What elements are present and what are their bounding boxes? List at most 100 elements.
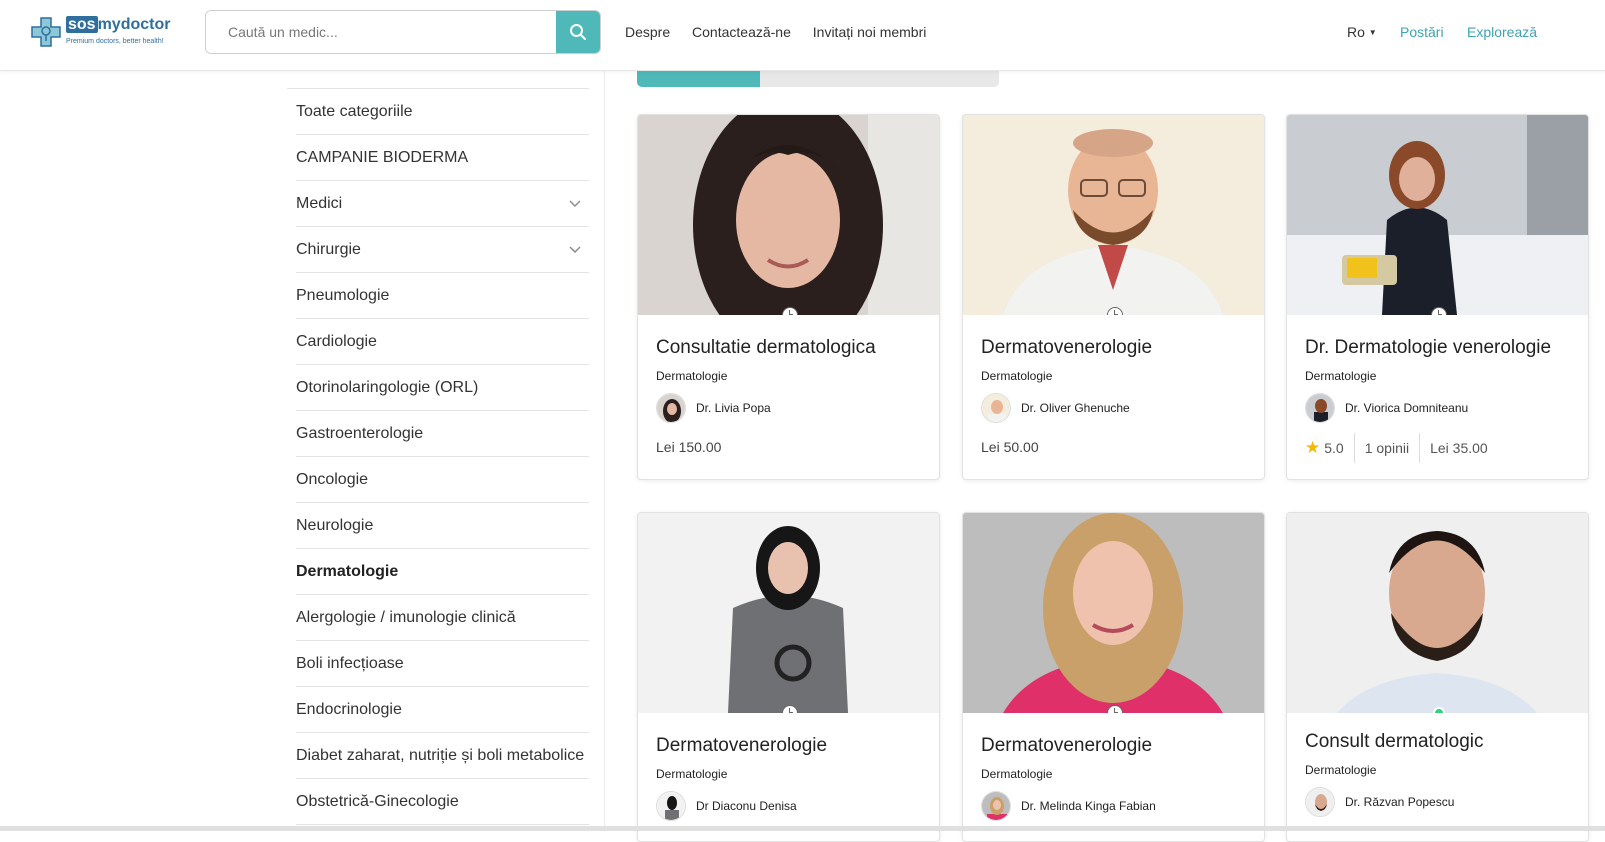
horizontal-scrollbar[interactable] xyxy=(0,826,1605,831)
category-label: Obstetrică-Ginecologie xyxy=(296,792,459,810)
card-doctor[interactable]: Dr. Viorica Domniteanu xyxy=(1305,393,1468,423)
sosmydoctor-logo[interactable]: sos mydoctor Premium doctors, better heal… xyxy=(30,14,170,54)
star-icon: ★ xyxy=(1305,438,1321,457)
nav-about-link[interactable]: Despre xyxy=(625,24,670,40)
doctor-name: Dr Diaconu Denisa xyxy=(696,799,797,813)
doctor-search xyxy=(205,10,601,54)
service-card[interactable]: Dermatovenerologie Dermatologie Dr. Meli… xyxy=(962,512,1265,842)
category-label: Diabet zaharat, nutriție și boli metabol… xyxy=(296,746,585,764)
service-card[interactable]: Dermatovenerologie Dermatologie Dr Diaco… xyxy=(637,512,940,842)
category-label: Chirurgie xyxy=(296,240,361,258)
doctor-photo xyxy=(638,513,939,713)
category-item[interactable]: Cardiologie xyxy=(296,319,589,365)
service-card[interactable]: Dermatovenerologie Dermatologie Dr. Oliv… xyxy=(962,114,1265,480)
doctor-name: Dr. Viorica Domniteanu xyxy=(1345,401,1469,415)
sidebar-divider xyxy=(604,71,605,831)
logo-wordmark: sos mydoctor xyxy=(66,16,170,34)
doctor-name: Dr. Livia Popa xyxy=(696,401,771,415)
category-item[interactable]: Pneumologie xyxy=(296,273,589,319)
category-item[interactable]: Oncologie xyxy=(296,457,589,503)
category-sidebar: Toate categoriile CAMPANIE BIODERMA Medi… xyxy=(296,89,589,825)
card-doctor[interactable]: Dr. Livia Popa xyxy=(656,393,771,423)
search-input[interactable] xyxy=(206,11,558,53)
service-card[interactable]: Consult dermatologic Dermatologie Dr. Ră… xyxy=(1286,512,1589,842)
category-item[interactable]: Otorinolaringologie (ORL) xyxy=(296,365,589,411)
card-title[interactable]: Dermatovenerologie xyxy=(981,735,1152,757)
doctor-name: Dr. Oliver Ghenuche xyxy=(1021,401,1130,415)
card-title[interactable]: Dermatovenerologie xyxy=(656,735,827,757)
card-rating: 5.0 xyxy=(1324,440,1344,456)
category-item[interactable]: Gastroenterologie xyxy=(296,411,589,457)
avatar xyxy=(981,393,1011,423)
medical-cross-logo-icon xyxy=(31,17,61,47)
category-label: Medici xyxy=(296,194,343,212)
logo-sos-text: sos xyxy=(66,16,98,33)
top-header: sos mydoctor Premium doctors, better heal… xyxy=(0,0,1605,71)
doctor-photo xyxy=(963,513,1264,713)
tab-map-view[interactable] xyxy=(879,71,999,87)
card-title[interactable]: Consult dermatologic xyxy=(1305,731,1483,753)
doctor-name: Dr. Melinda Kinga Fabian xyxy=(1021,799,1156,813)
category-item[interactable]: Medici xyxy=(296,181,589,227)
category-label: Pneumologie xyxy=(296,286,390,304)
nav-invite-link[interactable]: Invitați noi membri xyxy=(813,24,927,40)
category-item[interactable]: Boli infecțioase xyxy=(296,641,589,687)
avatar xyxy=(1305,787,1335,817)
chevron-down-icon[interactable] xyxy=(569,197,581,209)
card-doctor[interactable]: Dr. Răzvan Popescu xyxy=(1305,787,1454,817)
category-item[interactable]: Alergologie / imunologie clinică xyxy=(296,595,589,641)
category-label: Alergologie / imunologie clinică xyxy=(296,608,516,626)
category-item[interactable]: Obstetrică-Ginecologie xyxy=(296,779,589,825)
card-doctor[interactable]: Dr Diaconu Denisa xyxy=(656,791,797,821)
card-doctor[interactable]: Dr. Melinda Kinga Fabian xyxy=(981,791,1156,821)
category-label: Neurologie xyxy=(296,516,374,534)
doctor-name: Dr. Răzvan Popescu xyxy=(1345,795,1455,809)
search-icon xyxy=(570,24,586,40)
doctor-photo xyxy=(963,115,1264,315)
card-title[interactable]: Consultatie dermatologica xyxy=(656,337,876,359)
card-category: Dermatologie xyxy=(1305,763,1377,777)
logo-tagline: Premium doctors, better health! xyxy=(66,38,164,45)
tab-list-view[interactable] xyxy=(760,71,879,87)
explore-link[interactable]: Explorează xyxy=(1467,24,1537,40)
posts-link[interactable]: Postări xyxy=(1400,24,1444,40)
category-label: Endocrinologie xyxy=(296,700,402,718)
category-label: Boli infecțioase xyxy=(296,654,404,672)
caret-down-icon: ▼ xyxy=(1368,28,1377,37)
category-item[interactable]: Diabet zaharat, nutriție și boli metabol… xyxy=(296,733,589,779)
card-reviews[interactable]: 1 opinii xyxy=(1365,440,1409,456)
meta-divider xyxy=(1419,433,1421,463)
category-item[interactable]: Chirurgie xyxy=(296,227,589,273)
category-label: CAMPANIE BIODERMA xyxy=(296,148,469,166)
service-card[interactable]: Consultatie dermatologica Dermatologie D… xyxy=(637,114,940,480)
view-toggle-tabs xyxy=(637,71,999,87)
category-label: Oncologie xyxy=(296,470,369,488)
category-item[interactable]: Neurologie xyxy=(296,503,589,549)
language-value: Ro xyxy=(1347,24,1365,40)
logo-name-text: mydoctor xyxy=(97,16,171,33)
card-title[interactable]: Dr. Dermatologie venerologie xyxy=(1305,337,1551,359)
category-label: Toate categoriile xyxy=(296,102,413,120)
category-item[interactable]: Toate categoriile xyxy=(296,89,589,135)
card-price: Lei 50.00 xyxy=(981,439,1039,455)
service-card[interactable]: Dr. Dermatologie venerologie Dermatologi… xyxy=(1286,114,1589,480)
language-selector[interactable]: Ro ▼ xyxy=(1347,24,1377,40)
search-button[interactable] xyxy=(556,11,600,53)
category-label: Dermatologie xyxy=(296,562,399,580)
nav-contact-link[interactable]: Contactează-ne xyxy=(692,24,791,40)
avatar xyxy=(656,393,686,423)
card-doctor[interactable]: Dr. Oliver Ghenuche xyxy=(981,393,1130,423)
card-title[interactable]: Dermatovenerologie xyxy=(981,337,1152,359)
category-item[interactable]: Endocrinologie xyxy=(296,687,589,733)
card-category: Dermatologie xyxy=(656,767,728,781)
avatar xyxy=(1305,393,1335,423)
meta-divider xyxy=(1353,433,1355,463)
card-category: Dermatologie xyxy=(1305,369,1377,383)
category-item-active[interactable]: Dermatologie xyxy=(296,549,589,595)
main-nav: Despre Contactează-ne Invitați noi membr… xyxy=(625,24,944,40)
chevron-down-icon[interactable] xyxy=(569,243,581,255)
avatar xyxy=(656,791,686,821)
doctor-photo xyxy=(638,115,939,315)
category-item[interactable]: CAMPANIE BIODERMA xyxy=(296,135,589,181)
tab-grid-view[interactable] xyxy=(637,71,760,87)
